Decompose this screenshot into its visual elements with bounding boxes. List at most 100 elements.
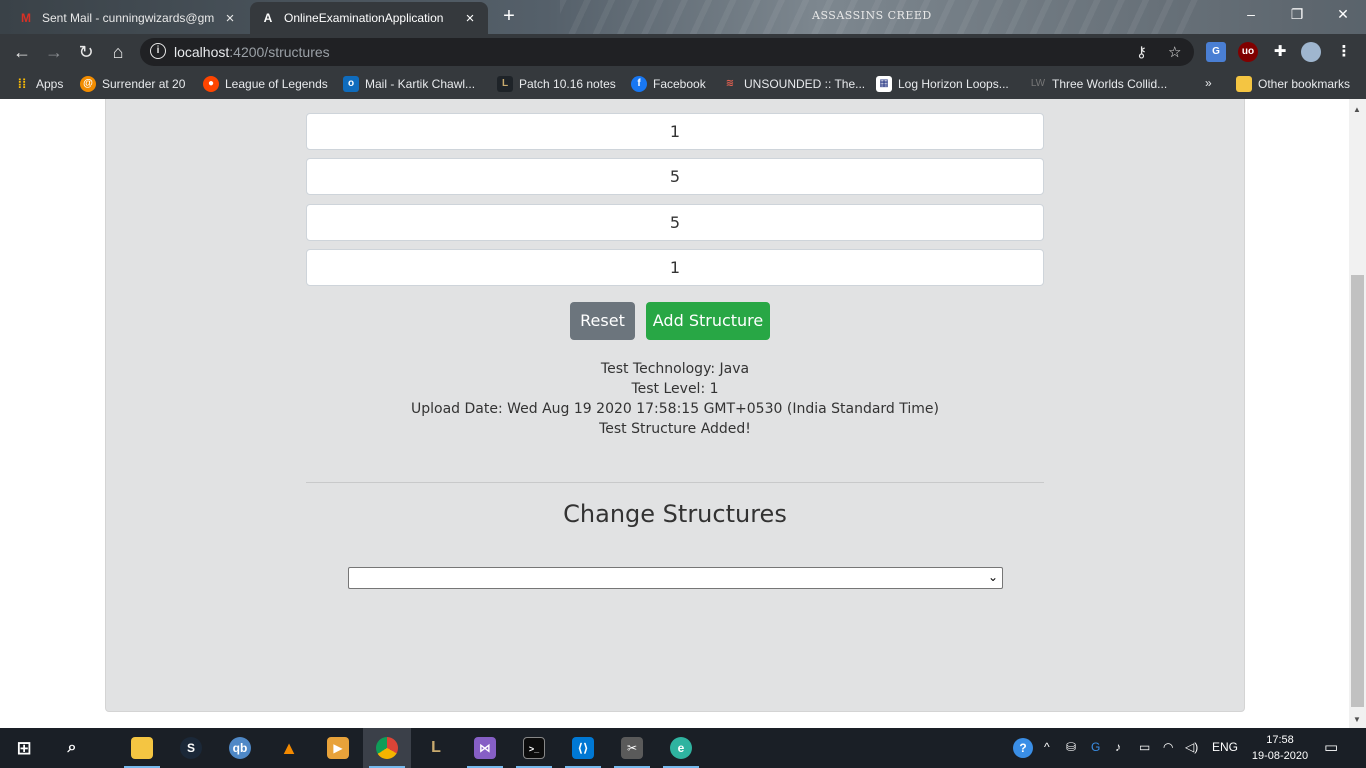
- tab-title: Sent Mail - cunningwizards@gm: [42, 11, 215, 25]
- chevron-up-icon[interactable]: ^: [1044, 740, 1050, 754]
- scrollbar-thumb[interactable]: [1351, 275, 1364, 707]
- key-icon[interactable]: ⚷: [1136, 43, 1147, 61]
- bookmark-surrender-at-20[interactable]: @ Surrender at 20: [80, 76, 185, 92]
- overflow-chevron-icon: »: [1205, 76, 1212, 90]
- visual-studio-icon[interactable]: ⋈: [461, 728, 509, 768]
- bookmark-unsounded[interactable]: ≋ UNSOUNDED :: The...: [722, 76, 865, 92]
- clock-date: 19-08-2020: [1251, 750, 1309, 762]
- upload-date-text: Upload Date: Wed Aug 19 2020 17:58:15 GM…: [411, 401, 939, 417]
- bookmark-log-horizon[interactable]: ▦ Log Horizon Loops...: [876, 76, 1009, 92]
- structure-select[interactable]: ⌄: [348, 567, 1003, 589]
- terminal-icon[interactable]: >_: [510, 728, 558, 768]
- clock-time: 17:58: [1266, 734, 1294, 746]
- wifi-icon[interactable]: ◠: [1163, 740, 1173, 754]
- edge-icon[interactable]: e: [657, 728, 705, 768]
- close-icon[interactable]: ×: [462, 10, 478, 27]
- ublock-extension-icon[interactable]: uo: [1238, 42, 1258, 62]
- success-message: Test Structure Added!: [599, 421, 751, 437]
- bookmark-other[interactable]: Other bookmarks: [1236, 76, 1350, 92]
- reddit-icon: ●: [203, 76, 219, 92]
- bookmark-label: Log Horizon Loops...: [898, 77, 1009, 91]
- bookmark-label: Apps: [36, 77, 64, 91]
- url-text[interactable]: localhost:4200/structures: [174, 44, 330, 60]
- clock[interactable]: 17:58 19-08-2020: [1248, 732, 1312, 764]
- gmail-icon: M: [21, 11, 31, 25]
- outlook-icon: o: [343, 76, 359, 92]
- media-player-icon[interactable]: ▶: [314, 728, 362, 768]
- steam-icon[interactable]: S: [167, 728, 215, 768]
- unsounded-icon: ≋: [725, 78, 735, 89]
- structure-field[interactable]: 1: [306, 113, 1044, 150]
- bookmark-league-of-legends[interactable]: ● League of Legends: [203, 76, 328, 92]
- extensions-icon[interactable]: ✚: [1270, 42, 1290, 62]
- info-icon[interactable]: i: [150, 43, 166, 59]
- search-icon[interactable]: ⌕: [48, 728, 96, 768]
- notifications-icon[interactable]: ▭: [1324, 738, 1338, 756]
- vlc-icon[interactable]: ▲: [265, 728, 313, 768]
- minimize-button[interactable]: –: [1228, 0, 1274, 30]
- translate-extension-icon[interactable]: G: [1206, 42, 1226, 62]
- bookmarks-overflow-button[interactable]: »: [1205, 76, 1212, 90]
- structure-field[interactable]: 5: [306, 158, 1044, 195]
- reset-button[interactable]: Reset: [570, 302, 635, 340]
- bookmark-three-worlds[interactable]: LW Three Worlds Collid...: [1030, 76, 1167, 92]
- microphone-icon[interactable]: ♪: [1115, 740, 1121, 754]
- bookmark-label: UNSOUNDED :: The...: [744, 77, 866, 91]
- bookmarks-bar: ⁞⁞ Apps @ Surrender at 20 ● League of Le…: [0, 70, 1366, 99]
- bookmark-apps[interactable]: ⁞⁞ Apps: [14, 76, 64, 92]
- lw-icon: LW: [1030, 78, 1046, 89]
- qbittorrent-icon[interactable]: qb: [216, 728, 264, 768]
- test-level-text: Test Level: 1: [631, 381, 719, 397]
- change-structures-heading: Change Structures: [563, 500, 787, 528]
- vscode-icon[interactable]: ⟨⟩: [559, 728, 607, 768]
- windows-start-icon[interactable]: ⊞: [0, 728, 48, 768]
- bookmark-label: Facebook: [653, 77, 706, 91]
- folder-icon: [1236, 76, 1252, 92]
- menu-icon[interactable]: ⋮: [1334, 42, 1354, 62]
- battery-icon[interactable]: ▭: [1139, 740, 1150, 754]
- volume-icon[interactable]: ◁): [1185, 740, 1198, 754]
- windows-taskbar: ⊞ ⌕ S qb ▲ ▶ L ⋈ >_ ⟨⟩ ✂ e ? ^ ⛁ G ♪ ▭ ◠…: [0, 728, 1366, 768]
- bookmark-mail[interactable]: o Mail - Kartik Chawl...: [343, 76, 475, 92]
- scroll-down-icon[interactable]: ▼: [1353, 715, 1361, 724]
- tab-sent-mail[interactable]: M Sent Mail - cunningwizards@gm ×: [8, 2, 248, 34]
- bookmark-patch-notes[interactable]: L Patch 10.16 notes: [497, 76, 616, 92]
- chevron-down-icon: ⌄: [987, 570, 998, 584]
- avatar[interactable]: [1301, 42, 1321, 62]
- home-button[interactable]: ⌂: [106, 41, 130, 63]
- language-indicator[interactable]: ENG: [1212, 740, 1238, 754]
- tools-icon[interactable]: ✂: [608, 728, 656, 768]
- add-structure-button[interactable]: Add Structure: [646, 302, 770, 340]
- bookmark-label: Three Worlds Collid...: [1052, 77, 1168, 91]
- bookmark-label: Other bookmarks: [1258, 77, 1351, 91]
- new-tab-button[interactable]: +: [496, 5, 522, 29]
- chrome-icon[interactable]: [363, 728, 411, 768]
- bookmark-label: Patch 10.16 notes: [519, 77, 616, 91]
- page-scrollbar[interactable]: ▲ ▼: [1349, 99, 1366, 728]
- restore-button[interactable]: ❐: [1274, 0, 1320, 30]
- address-bar[interactable]: i localhost:4200/structures ⚷ ☆: [140, 38, 1194, 66]
- facebook-icon: f: [631, 76, 647, 92]
- scroll-up-icon[interactable]: ▲: [1353, 105, 1361, 114]
- bookmark-facebook[interactable]: f Facebook: [631, 76, 706, 92]
- forward-button[interactable]: →: [42, 41, 66, 63]
- browser-toolbar: ← → ↻ ⌂ i localhost:4200/structures ⚷ ☆ …: [0, 34, 1366, 70]
- tab-title: OnlineExaminationApplication: [284, 11, 444, 25]
- test-technology-text: Test Technology: Java: [600, 361, 750, 377]
- league-client-icon[interactable]: L: [412, 728, 460, 768]
- bookmark-label: League of Legends: [225, 77, 328, 91]
- angular-icon: A: [263, 11, 273, 25]
- file-explorer-icon[interactable]: [118, 728, 166, 768]
- bookmark-label: Mail - Kartik Chawl...: [365, 77, 476, 91]
- star-icon[interactable]: ☆: [1168, 43, 1181, 61]
- back-button[interactable]: ←: [10, 41, 34, 63]
- tab-online-exam[interactable]: A OnlineExaminationApplication ×: [250, 2, 488, 34]
- close-window-button[interactable]: ✕: [1320, 0, 1366, 30]
- network-drive-icon[interactable]: ⛁: [1066, 740, 1076, 754]
- close-icon[interactable]: ×: [222, 10, 238, 27]
- structure-field[interactable]: 1: [306, 249, 1044, 286]
- reload-button[interactable]: ↻: [74, 41, 98, 63]
- logitech-icon[interactable]: G: [1091, 740, 1100, 754]
- help-icon[interactable]: ?: [1013, 738, 1033, 758]
- structure-field[interactable]: 5: [306, 204, 1044, 241]
